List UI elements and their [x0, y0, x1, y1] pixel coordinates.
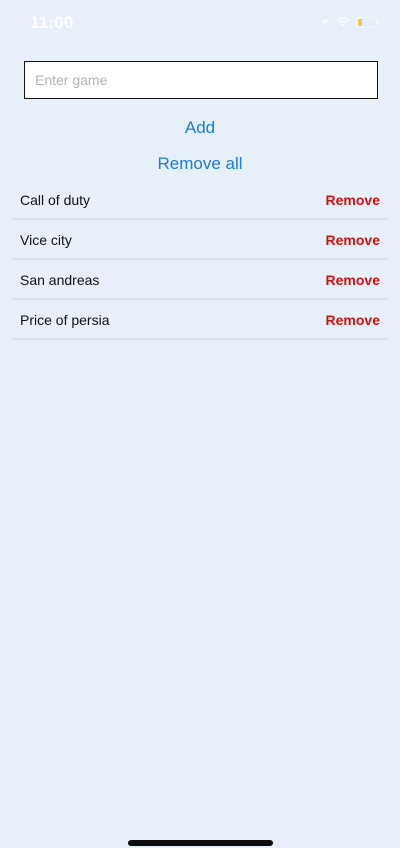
- battery-icon: [356, 16, 380, 28]
- game-name: Vice city: [20, 232, 72, 248]
- remove-game-button[interactable]: Remove: [326, 232, 380, 248]
- add-button[interactable]: Add: [0, 117, 400, 139]
- remove-game-button[interactable]: Remove: [326, 192, 380, 208]
- game-name: Call of duty: [20, 192, 91, 208]
- status-icons: [320, 15, 380, 29]
- game-row: San andreas Remove: [12, 260, 388, 300]
- game-input[interactable]: [24, 61, 378, 99]
- remove-game-button[interactable]: Remove: [326, 312, 380, 328]
- game-name: Price of persia: [20, 312, 110, 328]
- status-bar: 11:00: [0, 0, 400, 44]
- game-row: Price of persia Remove: [12, 300, 388, 340]
- remove-game-button[interactable]: Remove: [326, 272, 380, 288]
- status-time: 11:00: [30, 13, 74, 32]
- game-list: Call of duty Remove Vice city Remove San…: [12, 180, 388, 340]
- game-row: Vice city Remove: [12, 220, 388, 260]
- game-name: San andreas: [20, 272, 100, 288]
- app-screen: 11:00 Add Remove all: [0, 0, 400, 848]
- home-indicator[interactable]: [128, 840, 273, 846]
- wifi-icon: [335, 16, 350, 28]
- location-arrow-icon: [320, 18, 329, 27]
- remove-all-button[interactable]: Remove all: [0, 153, 400, 175]
- game-row: Call of duty Remove: [12, 180, 388, 220]
